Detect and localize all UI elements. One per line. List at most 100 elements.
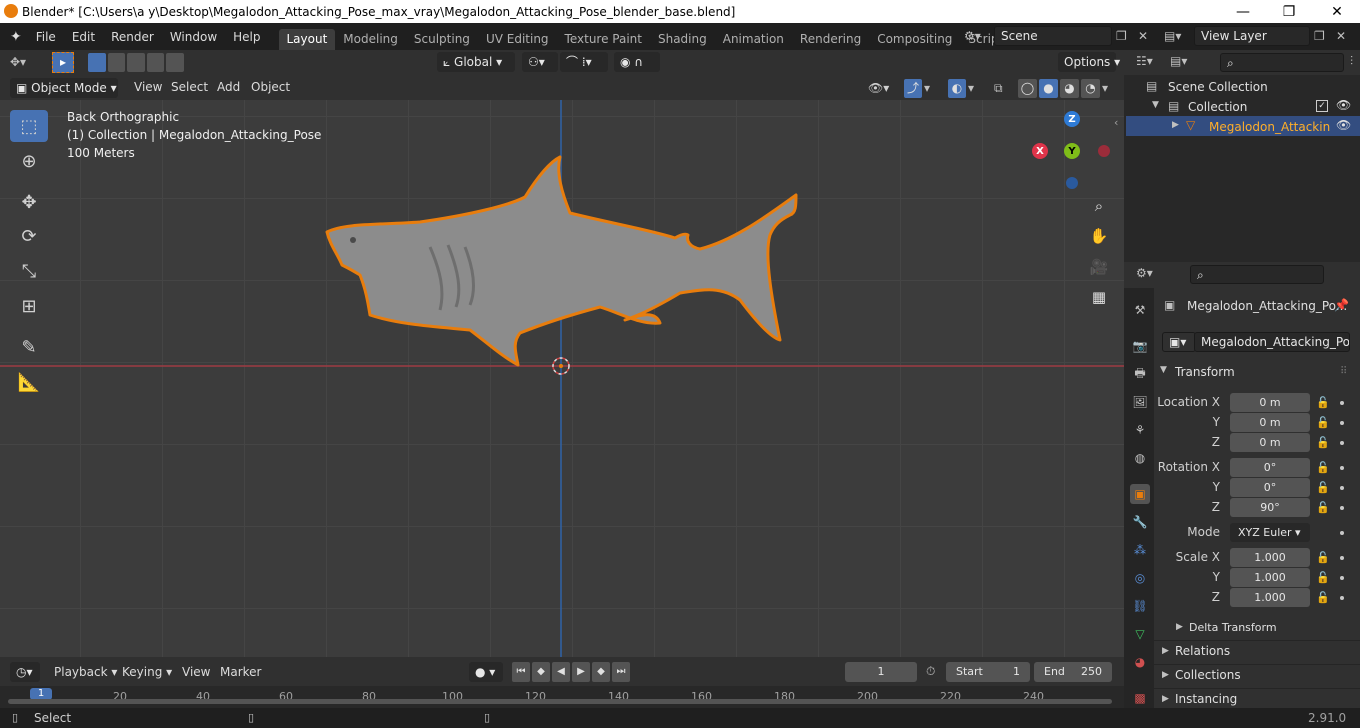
jump-to-keyframe-forward-icon[interactable]: ◆ (592, 662, 610, 682)
snap-toggle[interactable]: ⌒ ⁞▾ (560, 52, 608, 72)
menu-help[interactable]: Help (225, 30, 268, 44)
pan-hand-icon[interactable]: ✋ (1086, 223, 1112, 249)
outliner-search-input[interactable]: ⌕ (1220, 53, 1344, 72)
view-layer-field[interactable]: View Layer (1194, 26, 1310, 46)
3d-viewport[interactable] (0, 75, 1124, 657)
keyframe-dot-icon[interactable] (1340, 576, 1344, 580)
select-invert-icon[interactable] (146, 53, 165, 72)
stopwatch-icon[interactable]: ⏱ (926, 664, 935, 679)
wireframe-shading-icon[interactable]: ◯ (1018, 79, 1037, 98)
view-layer-properties-tab-icon[interactable]: 🖼 (1130, 392, 1150, 412)
properties-search-input[interactable]: ⌕ (1190, 265, 1324, 284)
instancing-expand-icon[interactable]: ▶ (1162, 694, 1169, 704)
shading-dropdown-icon[interactable]: ▾ (1102, 79, 1114, 98)
delete-scene-icon[interactable]: ✕ (1138, 26, 1158, 46)
keyframe-dot-icon[interactable] (1340, 556, 1344, 560)
physics-properties-tab-icon[interactable]: ◎ (1130, 568, 1150, 588)
material-properties-tab-icon[interactable]: ◕ (1130, 652, 1150, 672)
collection-checkbox[interactable]: ✓ (1316, 100, 1328, 112)
tab-rendering[interactable]: Rendering (792, 29, 869, 50)
expand-collection-icon[interactable]: ▼ (1152, 100, 1159, 110)
texture-properties-tab-icon[interactable]: ▩ (1130, 688, 1150, 708)
filter-icon[interactable]: ⫶ (1350, 54, 1353, 69)
scale-y-field[interactable]: 1.000 (1230, 568, 1310, 587)
relations-expand-icon[interactable]: ▶ (1162, 646, 1169, 656)
close-button[interactable]: ✕ (1314, 0, 1360, 23)
panel-drag-handle-icon[interactable]: ⠿ (1340, 366, 1347, 377)
rotation-y-field[interactable]: 0° (1230, 478, 1310, 497)
jump-to-end-icon[interactable]: ⏭ (612, 662, 630, 682)
gizmo-dropdown-icon[interactable]: ▾ (924, 79, 938, 98)
modifier-properties-tab-icon[interactable]: 🔧 (1130, 512, 1150, 532)
tab-uv-editing[interactable]: UV Editing (478, 29, 557, 50)
zoom-icon[interactable]: ⌕ (1086, 193, 1112, 219)
gizmo-axis-y[interactable]: Y (1064, 143, 1080, 159)
sidebar-toggle-icon[interactable]: ‹ (1114, 116, 1118, 129)
outliner-object[interactable]: Megalodon_Attackin (1209, 120, 1330, 134)
delta-transform-expand-icon[interactable]: ▶ (1176, 622, 1183, 632)
rotate-tool-icon[interactable]: ⟳ (10, 220, 48, 252)
xray-toggle-icon[interactable]: ⧉ (994, 79, 1012, 98)
lock-icon[interactable]: 🔓 (1316, 551, 1330, 564)
lock-icon[interactable]: 🔓 (1316, 501, 1330, 514)
object-visibility-eye-icon[interactable]: 👁 (1336, 118, 1351, 132)
lock-icon[interactable]: 🔓 (1316, 481, 1330, 494)
editor-type-icon[interactable]: ✥▾ (10, 53, 40, 72)
collection-visibility-eye-icon[interactable]: 👁 (1336, 98, 1351, 112)
gizmo-axis-neg-z[interactable] (1066, 177, 1078, 189)
display-mode-icon[interactable]: ▤▾ (1170, 54, 1198, 72)
tab-shading[interactable]: Shading (650, 29, 715, 50)
tab-modeling[interactable]: Modeling (335, 29, 406, 50)
properties-editor-type-icon[interactable]: ⚙▾ (1136, 266, 1164, 284)
rotation-x-field[interactable]: 0° (1230, 458, 1310, 477)
pin-icon[interactable]: 📌 (1334, 298, 1349, 312)
camera-view-icon[interactable]: 🎥 (1086, 254, 1112, 280)
world-properties-tab-icon[interactable]: ◍ (1130, 448, 1150, 468)
keyframe-dot-icon[interactable] (1340, 486, 1344, 490)
visibility-icon[interactable]: 👁▾ (868, 79, 898, 98)
play-reverse-icon[interactable]: ◀ (552, 662, 570, 682)
solid-shading-icon[interactable]: ● (1039, 79, 1058, 98)
collections-panel[interactable]: Collections (1175, 668, 1241, 682)
lock-icon[interactable]: 🔓 (1316, 416, 1330, 429)
gizmo-icon[interactable]: ⤴ (904, 79, 922, 98)
proportional-editing-toggle[interactable]: ◉ ∩ (614, 52, 660, 72)
delta-transform-panel[interactable]: Delta Transform (1189, 621, 1277, 634)
object-name-field[interactable]: Megalodon_Attacking_Pose (1194, 332, 1350, 352)
scale-tool-icon[interactable]: ⤡ (10, 255, 48, 287)
pivot-point-dropdown[interactable]: ⚇▾ (522, 52, 558, 72)
timeline-editor-type-icon[interactable]: ◷▾ (10, 662, 40, 682)
rotation-z-field[interactable]: 90° (1230, 498, 1310, 517)
gizmo-axis-neg-x[interactable] (1098, 145, 1110, 157)
keyframe-dot-icon[interactable] (1340, 531, 1344, 535)
measure-tool-icon[interactable]: 📐 (10, 366, 48, 398)
constraints-properties-tab-icon[interactable]: ⛓ (1130, 596, 1150, 616)
tab-animation[interactable]: Animation (715, 29, 792, 50)
menu-edit[interactable]: Edit (64, 30, 103, 44)
mode-dropdown[interactable]: ▣ Object Mode ▾ (10, 78, 118, 98)
jump-to-start-icon[interactable]: ⏮ (512, 662, 530, 682)
instancing-panel[interactable]: Instancing (1175, 692, 1237, 706)
menu-file[interactable]: File (28, 30, 64, 44)
blender-menu-icon[interactable]: ✦ (10, 29, 22, 45)
select-box-tool-icon[interactable]: ▸ (52, 52, 74, 73)
data-properties-tab-icon[interactable]: ▽ (1130, 624, 1150, 644)
tool-properties-tab-icon[interactable]: ⚒ (1130, 300, 1150, 320)
view-layer-selector-icon[interactable]: ▤▾ (1164, 26, 1192, 46)
outliner-editor-type-icon[interactable]: ☷▾ (1136, 54, 1164, 72)
render-properties-tab-icon[interactable]: 📷 (1130, 336, 1150, 356)
collections-expand-icon[interactable]: ▶ (1162, 670, 1169, 680)
tab-layout[interactable]: Layout (278, 29, 336, 50)
options-dropdown[interactable]: Options ▾ (1058, 52, 1120, 72)
particles-properties-tab-icon[interactable]: ⁂ (1130, 540, 1150, 560)
transform-tool-icon[interactable]: ⊞ (10, 290, 48, 322)
lock-icon[interactable]: 🔓 (1316, 591, 1330, 604)
menu-window[interactable]: Window (162, 30, 225, 44)
rendered-shading-icon[interactable]: ◔ (1081, 79, 1100, 98)
lock-icon[interactable]: 🔓 (1316, 436, 1330, 449)
timeline-menu-marker[interactable]: Marker (212, 665, 269, 679)
lock-icon[interactable]: 🔓 (1316, 571, 1330, 584)
current-frame-field[interactable]: 1 (845, 662, 917, 682)
scale-z-field[interactable]: 1.000 (1230, 588, 1310, 607)
keyframe-dot-icon[interactable] (1340, 401, 1344, 405)
